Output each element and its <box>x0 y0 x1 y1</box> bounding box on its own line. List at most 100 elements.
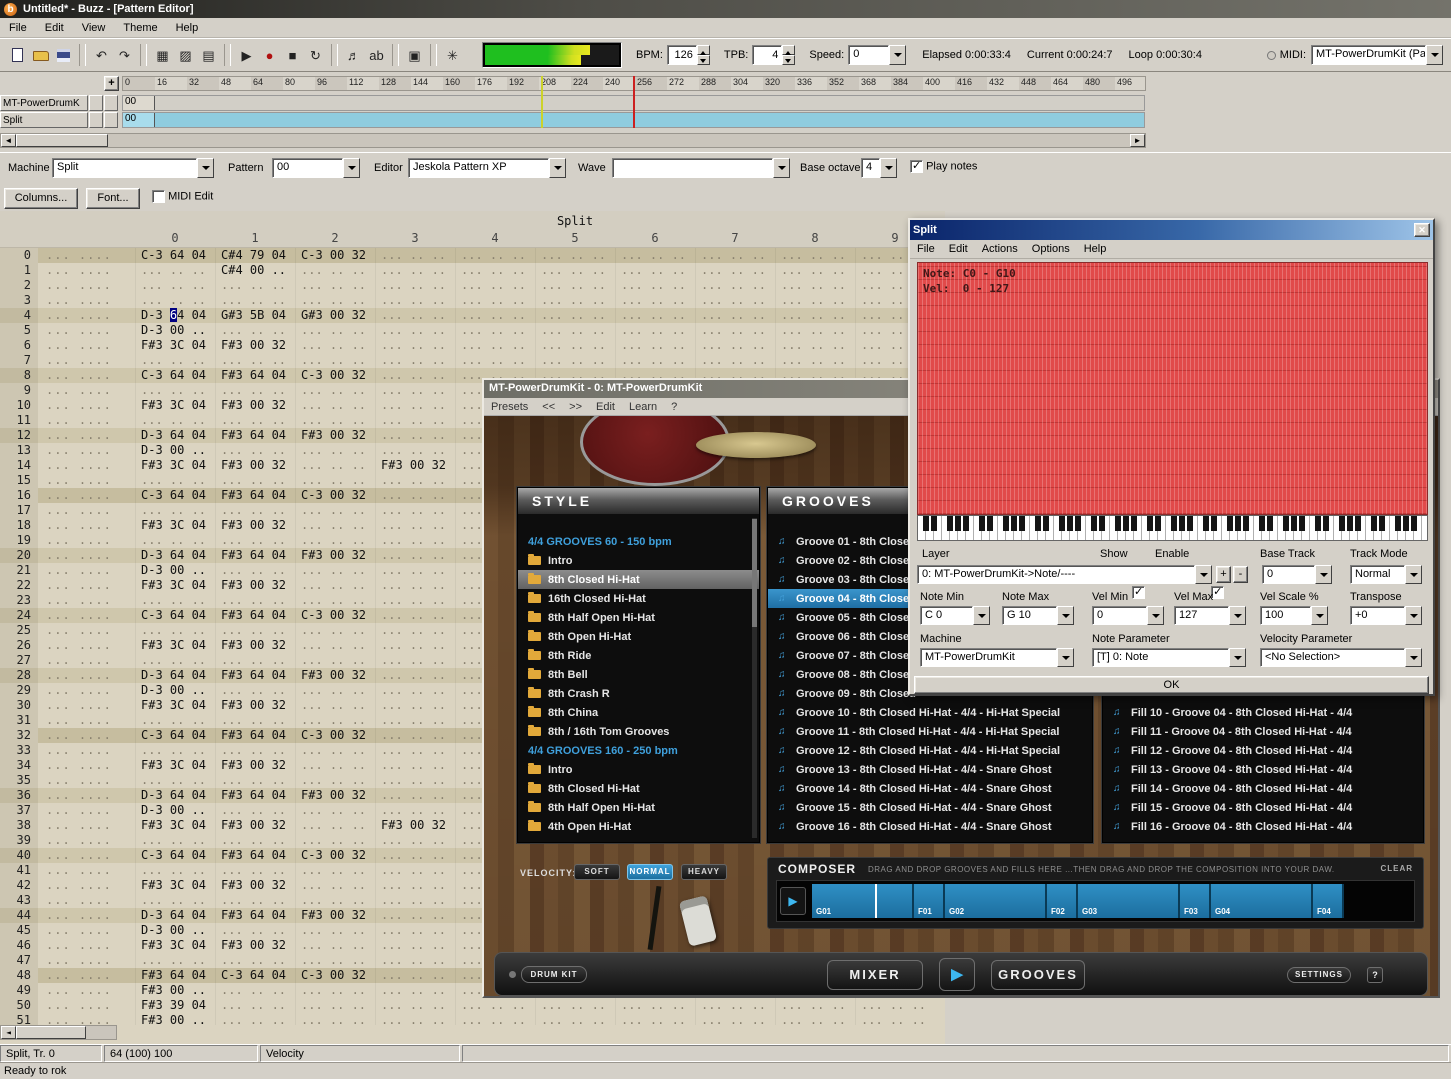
stop-button[interactable]: ■ <box>281 44 304 67</box>
pattern-cell[interactable]: F#3 64 04 <box>215 668 295 683</box>
pattern-cell[interactable]: F#3 00 32 <box>295 668 375 683</box>
text-info-icon[interactable]: ab <box>365 44 388 67</box>
pattern-cell[interactable]: ... .. .. <box>295 353 375 368</box>
pattern-cell[interactable]: F#3 00 32 <box>215 818 295 833</box>
menu-item[interactable]: << <box>535 400 562 414</box>
pattern-cell[interactable]: ... .. .. <box>135 713 215 728</box>
note-velocity-map[interactable]: Note: C0 - G10Vel: 0 - 127 <box>917 262 1428 515</box>
pattern-cell[interactable]: C-3 64 04 <box>135 608 215 623</box>
menu-item[interactable]: Learn <box>622 400 664 414</box>
play-notes-checkbox[interactable] <box>910 160 923 173</box>
monitor-icon[interactable]: ▣ <box>403 44 426 67</box>
base-track-select[interactable]: 0 <box>1262 565 1332 584</box>
pattern-cell[interactable]: ... .. .. <box>615 1013 695 1025</box>
pattern-cell[interactable]: ... .. .. <box>375 788 455 803</box>
columns-button[interactable]: Columns... <box>4 188 78 209</box>
ok-button[interactable]: OK <box>914 676 1429 694</box>
pattern-cell[interactable]: ... .. .. <box>215 473 295 488</box>
chevron-down-icon[interactable] <box>1057 648 1074 667</box>
pattern-cell[interactable]: ... .. .. <box>375 953 455 968</box>
pattern-cell[interactable]: ... .. .. <box>135 413 215 428</box>
pattern-cell[interactable]: ... .. .. <box>295 983 375 998</box>
pattern-cell[interactable]: C-3 64 04 <box>135 728 215 743</box>
pattern-cell[interactable]: ... .. .. <box>775 278 855 293</box>
pattern-lead-cell[interactable]: ... .... <box>38 698 135 713</box>
machine-select[interactable]: Split <box>52 158 214 178</box>
note-min-select[interactable]: C 0 <box>920 606 990 625</box>
pattern-lead-cell[interactable]: ... .... <box>38 368 135 383</box>
midi-device-select[interactable]: MT-PowerDrumKit (Patte <box>1311 45 1443 65</box>
pattern-cell[interactable]: F#3 3C 04 <box>135 938 215 953</box>
pattern-lead-cell[interactable]: ... .... <box>38 443 135 458</box>
pattern-cell[interactable]: ... .. .. <box>375 668 455 683</box>
pattern-cell[interactable]: ... .. .. <box>295 293 375 308</box>
pattern-cell[interactable]: ... .. .. <box>375 1013 455 1025</box>
pattern-cell[interactable]: ... .. .. <box>215 953 295 968</box>
show-checkbox[interactable] <box>1132 586 1145 599</box>
pattern-cell[interactable]: ... .. .. <box>375 533 455 548</box>
pattern-editor-view-icon[interactable]: ▦ <box>151 44 174 67</box>
play-button[interactable]: ▶ <box>235 44 258 67</box>
pattern-lead-cell[interactable]: ... .... <box>38 608 135 623</box>
pattern-lead-cell[interactable]: ... .... <box>38 308 135 323</box>
pattern-cell[interactable]: ... .. .. <box>135 383 215 398</box>
pattern-cell[interactable]: C-3 00 32 <box>295 848 375 863</box>
pattern-lead-cell[interactable]: ... .... <box>38 578 135 593</box>
pattern-cell[interactable]: ... .. .. <box>375 863 455 878</box>
pattern-cell[interactable]: ... .. .. <box>775 998 855 1013</box>
pattern-cell[interactable]: C-3 00 32 <box>295 248 375 263</box>
pattern-cell[interactable]: ... .. .. <box>535 1013 615 1025</box>
pattern-lead-cell[interactable]: ... .... <box>38 563 135 578</box>
pattern-cell[interactable]: ... .. .. <box>135 833 215 848</box>
pattern-lead-cell[interactable]: ... .... <box>38 833 135 848</box>
tpb-down-button[interactable] <box>782 55 795 65</box>
pattern-cell[interactable]: C-3 64 04 <box>135 488 215 503</box>
pattern-cell[interactable]: ... .. .. <box>375 428 455 443</box>
pattern-cell[interactable]: ... .. .. <box>455 998 535 1013</box>
groove-list-item[interactable]: ♫Groove 13 - 8th Closed Hi-Hat - 4/4 - S… <box>768 760 1092 779</box>
pattern-lead-cell[interactable]: ... .... <box>38 428 135 443</box>
velocity-normal-button[interactable]: NORMAL <box>627 864 673 880</box>
pattern-cell[interactable]: C-3 64 04 <box>135 368 215 383</box>
pattern-cell[interactable]: ... .. .. <box>455 293 535 308</box>
pattern-cell[interactable]: ... .. .. <box>375 638 455 653</box>
pattern-select[interactable]: 00 <box>272 158 360 178</box>
fill-list-item[interactable]: ♫Fill 14 - Groove 04 - 8th Closed Hi-Hat… <box>1103 779 1423 798</box>
pattern-cell[interactable]: D-3 64 04 <box>135 788 215 803</box>
pattern-cell[interactable]: ... .. .. <box>295 473 375 488</box>
chevron-down-icon[interactable] <box>973 606 990 625</box>
pattern-cell[interactable]: ... .. .. <box>615 278 695 293</box>
pattern-cell[interactable]: ... .. .. <box>375 983 455 998</box>
pattern-cell[interactable]: D-3 00 .. <box>135 323 215 338</box>
pattern-cell[interactable]: ... .. .. <box>695 338 775 353</box>
loop-button[interactable]: ↻ <box>304 44 327 67</box>
pattern-cell[interactable]: ... .. .. <box>295 683 375 698</box>
pattern-cell[interactable]: ... .. .. <box>775 1013 855 1025</box>
pattern-cell[interactable]: F#3 3C 04 <box>135 698 215 713</box>
pattern-cell[interactable]: ... .. .. <box>615 353 695 368</box>
composer-block[interactable]: F01 <box>914 884 945 918</box>
pattern-cell[interactable]: ... .. .. <box>695 263 775 278</box>
pattern-cell[interactable]: F#3 00 32 <box>215 338 295 353</box>
pattern-cell[interactable]: ... .. .. <box>215 833 295 848</box>
menu-item[interactable]: ? <box>664 400 684 414</box>
pattern-cell[interactable]: ... .. .. <box>215 563 295 578</box>
pattern-cell[interactable]: ... .. .. <box>615 308 695 323</box>
pattern-cell[interactable]: ... .. .. <box>295 323 375 338</box>
pattern-cell[interactable]: ... .. .. <box>855 998 935 1013</box>
pattern-cell[interactable]: C#4 00 .. <box>215 263 295 278</box>
pattern-cell[interactable]: ... .. .. <box>375 968 455 983</box>
chevron-down-icon[interactable] <box>1057 606 1074 625</box>
pattern-cell[interactable]: ... .. .. <box>215 278 295 293</box>
pattern-cell[interactable]: C-3 64 04 <box>135 848 215 863</box>
pattern-lead-cell[interactable]: ... .... <box>38 893 135 908</box>
vel-min-select[interactable]: 0 <box>1092 606 1164 625</box>
track-mode-select[interactable]: Normal <box>1350 565 1422 584</box>
settings-button[interactable]: SETTINGS <box>1287 967 1351 983</box>
pattern-lead-cell[interactable]: ... .... <box>38 728 135 743</box>
pattern-cell[interactable]: ... .. .. <box>295 383 375 398</box>
drumkit-tab-button[interactable]: DRUM KIT <box>521 966 587 983</box>
track-solo-button[interactable] <box>104 112 118 128</box>
pattern-cell[interactable]: ... .. .. <box>375 713 455 728</box>
pattern-lead-cell[interactable]: ... .... <box>38 908 135 923</box>
